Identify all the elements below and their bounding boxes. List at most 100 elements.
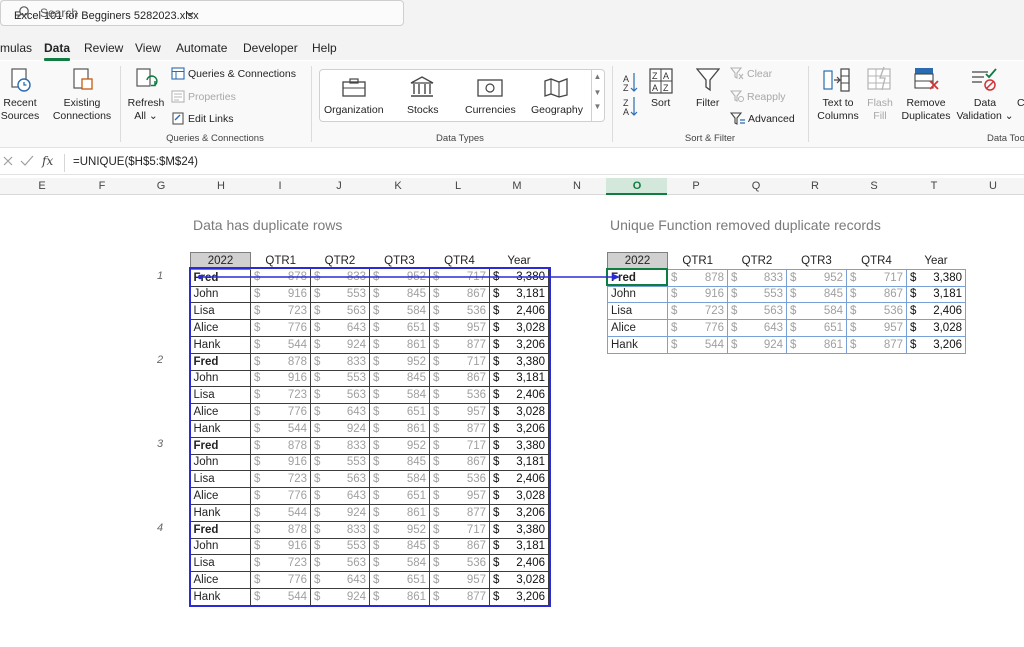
quarter-value-cell[interactable]: $717 bbox=[429, 353, 490, 371]
name-cell[interactable]: Lisa bbox=[190, 554, 251, 573]
year-total-cell[interactable]: $3,206 bbox=[489, 588, 549, 606]
name-cell[interactable]: Lisa bbox=[190, 302, 251, 321]
year-total-cell[interactable]: $3,028 bbox=[489, 571, 549, 589]
year-total-cell[interactable]: $2,406 bbox=[489, 302, 549, 321]
quarter-value-cell[interactable]: $878 bbox=[250, 437, 311, 455]
quarter-value-cell[interactable]: $916 bbox=[667, 286, 728, 304]
quarter-value-cell[interactable]: $643 bbox=[310, 487, 370, 505]
enter-check-icon[interactable] bbox=[20, 155, 34, 170]
quarter-value-cell[interactable]: $957 bbox=[429, 403, 490, 421]
column-header-o[interactable]: O bbox=[617, 180, 657, 192]
quarter-value-cell[interactable]: $952 bbox=[369, 269, 430, 287]
quarter-value-cell[interactable]: $544 bbox=[250, 420, 311, 438]
quarter-value-cell[interactable]: $952 bbox=[369, 353, 430, 371]
year-total-cell[interactable]: $3,380 bbox=[489, 437, 549, 455]
currencies-button[interactable]: Currencies bbox=[465, 104, 516, 116]
year-total-cell[interactable]: $2,406 bbox=[489, 470, 549, 489]
tab-data[interactable]: Data bbox=[44, 41, 70, 55]
quarter-value-cell[interactable]: $916 bbox=[250, 454, 311, 472]
quarter-value-cell[interactable]: $544 bbox=[667, 336, 728, 354]
quarter-value-cell[interactable]: $957 bbox=[846, 319, 907, 337]
quarter-value-cell[interactable]: $544 bbox=[250, 504, 311, 522]
quarter-value-cell[interactable]: $536 bbox=[429, 470, 490, 489]
properties-button[interactable]: Properties bbox=[188, 91, 236, 103]
quarter-value-cell[interactable]: $952 bbox=[369, 521, 430, 539]
quarter-value-cell[interactable]: $553 bbox=[727, 286, 787, 304]
year-total-cell[interactable]: $3,380 bbox=[489, 521, 549, 539]
tab-developer[interactable]: Developer bbox=[243, 41, 298, 55]
column-header-n[interactable]: N bbox=[557, 180, 597, 192]
quarter-value-cell[interactable]: $717 bbox=[429, 521, 490, 539]
quarter-value-cell[interactable]: $651 bbox=[369, 319, 430, 337]
year-total-cell[interactable]: $3,028 bbox=[489, 319, 549, 337]
column-header-g[interactable]: G bbox=[141, 180, 181, 192]
quarter-value-cell[interactable]: $878 bbox=[667, 268, 728, 287]
active-cell-cursor[interactable] bbox=[606, 268, 668, 286]
quarter-value-cell[interactable]: $845 bbox=[786, 286, 847, 304]
quarter-value-cell[interactable]: $553 bbox=[310, 454, 370, 472]
quarter-value-cell[interactable]: $717 bbox=[429, 437, 490, 455]
tab-automate[interactable]: Automate bbox=[176, 41, 227, 55]
quarter-value-cell[interactable]: $861 bbox=[369, 504, 430, 522]
quarter-value-cell[interactable]: $776 bbox=[250, 571, 311, 589]
quarter-value-cell[interactable]: $861 bbox=[786, 336, 847, 354]
quarter-value-cell[interactable]: $553 bbox=[310, 286, 370, 304]
quarter-value-cell[interactable]: $861 bbox=[369, 588, 430, 606]
name-cell[interactable]: John bbox=[190, 538, 251, 556]
name-cell[interactable]: Lisa bbox=[190, 470, 251, 489]
quarter-value-cell[interactable]: $877 bbox=[846, 336, 907, 354]
sort-button[interactable]: Sort bbox=[651, 97, 670, 109]
quarter-value-cell[interactable]: $776 bbox=[667, 319, 728, 337]
quarter-value-cell[interactable]: $957 bbox=[429, 487, 490, 505]
name-cell[interactable]: Alice bbox=[190, 571, 251, 589]
column-header-i[interactable]: I bbox=[260, 180, 300, 192]
search-box[interactable]: Search bbox=[0, 0, 404, 26]
quarter-value-cell[interactable]: $717 bbox=[846, 268, 907, 287]
next-ribbon-button-partial[interactable]: C bbox=[1017, 97, 1024, 109]
quarter-value-cell[interactable]: $833 bbox=[310, 437, 370, 455]
year-total-cell[interactable]: $3,380 bbox=[489, 353, 549, 371]
quarter-value-cell[interactable]: $563 bbox=[310, 470, 370, 489]
quarter-value-cell[interactable]: $924 bbox=[310, 420, 370, 438]
chevron-up-icon[interactable]: ▲ bbox=[592, 72, 603, 81]
name-cell[interactable]: Alice bbox=[190, 487, 251, 505]
quarter-value-cell[interactable]: $563 bbox=[310, 554, 370, 573]
quarter-value-cell[interactable]: $776 bbox=[250, 487, 311, 505]
column-header-t[interactable]: T bbox=[914, 180, 954, 192]
quarter-value-cell[interactable]: $845 bbox=[369, 538, 430, 556]
quarter-value-cell[interactable]: $584 bbox=[369, 302, 430, 321]
column-title-qtr4[interactable]: QTR4 bbox=[847, 253, 907, 270]
data-validation-button[interactable]: Data Validation ⌄ bbox=[956, 97, 1014, 123]
name-cell[interactable]: John bbox=[607, 286, 668, 304]
name-cell[interactable]: Hank bbox=[190, 336, 251, 354]
quarter-value-cell[interactable]: $536 bbox=[429, 386, 490, 405]
column-header-u[interactable]: U bbox=[973, 180, 1013, 192]
quarter-value-cell[interactable]: $877 bbox=[429, 504, 490, 522]
quarter-value-cell[interactable]: $536 bbox=[429, 302, 490, 321]
name-cell[interactable]: John bbox=[190, 454, 251, 472]
quarter-value-cell[interactable]: $867 bbox=[429, 454, 490, 472]
year-total-cell[interactable]: $3,380 bbox=[489, 269, 549, 287]
quarter-value-cell[interactable]: $878 bbox=[250, 269, 311, 287]
name-cell[interactable]: Lisa bbox=[190, 386, 251, 405]
tab-view[interactable]: View bbox=[135, 41, 161, 55]
year-total-cell[interactable]: $2,406 bbox=[489, 386, 549, 405]
name-cell[interactable]: Fred bbox=[190, 437, 251, 455]
quarter-value-cell[interactable]: $544 bbox=[250, 336, 311, 354]
quarter-value-cell[interactable]: $867 bbox=[429, 286, 490, 304]
year-total-cell[interactable]: $3,380 bbox=[906, 268, 966, 287]
year-total-cell[interactable]: $2,406 bbox=[489, 554, 549, 573]
quarter-value-cell[interactable]: $584 bbox=[786, 302, 847, 321]
quarter-value-cell[interactable]: $584 bbox=[369, 554, 430, 573]
quarter-value-cell[interactable]: $563 bbox=[727, 302, 787, 321]
column-title-qtr3[interactable]: QTR3 bbox=[787, 253, 847, 270]
formula-input[interactable]: =UNIQUE($H$5:$M$24) bbox=[64, 154, 1024, 172]
quarter-value-cell[interactable]: $924 bbox=[727, 336, 787, 354]
filter-button[interactable]: Filter bbox=[696, 97, 719, 109]
quarter-value-cell[interactable]: $845 bbox=[369, 286, 430, 304]
quarter-value-cell[interactable]: $867 bbox=[846, 286, 907, 304]
column-header-l[interactable]: L bbox=[438, 180, 478, 192]
text-to-columns-button[interactable]: Text to Columns bbox=[812, 97, 864, 123]
quarter-value-cell[interactable]: $877 bbox=[429, 336, 490, 354]
column-title-year[interactable]: Year bbox=[490, 253, 549, 270]
